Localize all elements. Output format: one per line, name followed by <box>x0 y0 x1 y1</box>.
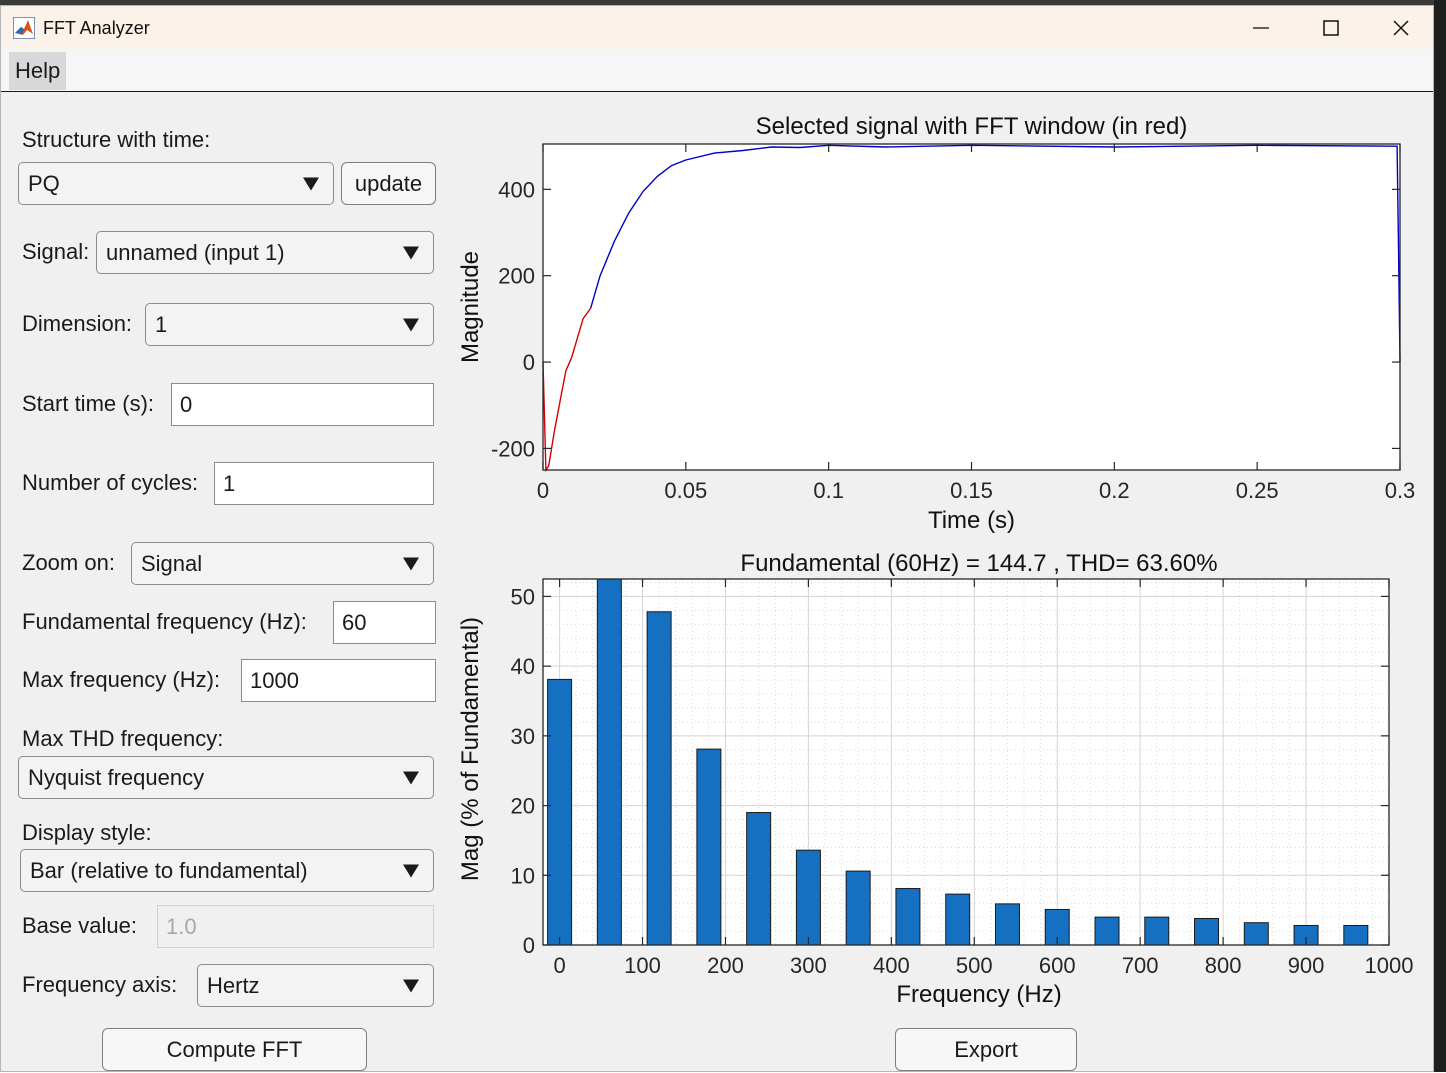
fft-chart-x-tick-label: 0 <box>553 953 565 978</box>
fft-bar <box>1144 916 1170 945</box>
fft-chart-x-tick-label: 600 <box>1039 953 1076 978</box>
fft-bar <box>646 611 672 945</box>
fft-bar <box>1243 922 1269 945</box>
signal-chart-x-tick-label: 0.05 <box>664 478 707 503</box>
signal-chart-y-tick-label: -200 <box>491 436 535 461</box>
fft-bar <box>895 888 921 945</box>
fft-chart-xlabel: Frequency (Hz) <box>896 981 1061 1008</box>
signal-chart-x-tick-label: 0.2 <box>1099 478 1130 503</box>
fft-chart-x-tick-label: 700 <box>1122 953 1159 978</box>
fft-bar <box>696 748 722 945</box>
signal-chart-x-tick-label: 0.15 <box>950 478 993 503</box>
fft-bar <box>994 903 1020 945</box>
signal-chart-x-tick-label: 0 <box>537 478 549 503</box>
signal-chart-y-tick-label: 400 <box>498 177 535 202</box>
fft-chart-x-tick-label: 500 <box>956 953 993 978</box>
fft-bar <box>845 870 871 945</box>
fft-bar <box>596 579 622 945</box>
signal-chart-y-tick-label: 200 <box>498 264 535 289</box>
fft-bar <box>795 849 821 945</box>
fft-chart-y-tick-label: 30 <box>511 724 535 749</box>
fft-chart-x-tick-label: 1000 <box>1365 953 1414 978</box>
fft-chart-x-tick-label: 400 <box>873 953 910 978</box>
fft-chart-title: Fundamental (60Hz) = 144.7 , THD= 63.60% <box>740 550 1217 577</box>
signal-chart-x-tick-label: 0.25 <box>1236 478 1279 503</box>
fft-chart-y-tick-label: 10 <box>511 863 535 888</box>
fft-bar <box>1343 924 1369 945</box>
signal-chart-title: Selected signal with FFT window (in red) <box>756 113 1188 140</box>
fft-chart-y-tick-label: 0 <box>523 933 535 958</box>
fft-chart-x-tick-label: 200 <box>707 953 744 978</box>
fft-chart-x-tick-label: 100 <box>624 953 661 978</box>
signal-chart-x-tick-label: 0.3 <box>1385 478 1416 503</box>
fft-chart-x-tick-label: 300 <box>790 953 827 978</box>
fft-chart-y-tick-label: 40 <box>511 654 535 679</box>
fft-chart-ylabel: Mag (% of Fundamental) <box>457 617 484 881</box>
signal-chart-x-tick-label: 0.1 <box>813 478 844 503</box>
signal-chart-plot-area <box>543 144 1400 470</box>
fft-chart-y-tick-label: 50 <box>511 584 535 609</box>
signal-chart-ylabel: Magnitude <box>457 251 484 363</box>
fft-bar <box>547 678 573 945</box>
signal-chart-y-tick-label: 0 <box>523 350 535 375</box>
fft-bar <box>1194 918 1220 945</box>
fft-chart-x-tick-label: 900 <box>1288 953 1325 978</box>
fft-chart-x-tick-label: 800 <box>1205 953 1242 978</box>
signal-chart-xlabel: Time (s) <box>928 507 1015 534</box>
fft-chart-y-tick-label: 20 <box>511 794 535 819</box>
fft-bar <box>1094 916 1120 945</box>
fft-bar <box>746 812 772 945</box>
charts-area: 0 0.05 0.1 0.15 0.2 0.25 0.3-2000200400Selecte… <box>457 113 1416 1008</box>
fft-analyzer-window: FFT Analyzer Help Structure with time: P… <box>0 5 1434 1072</box>
fft-bar <box>945 893 971 945</box>
